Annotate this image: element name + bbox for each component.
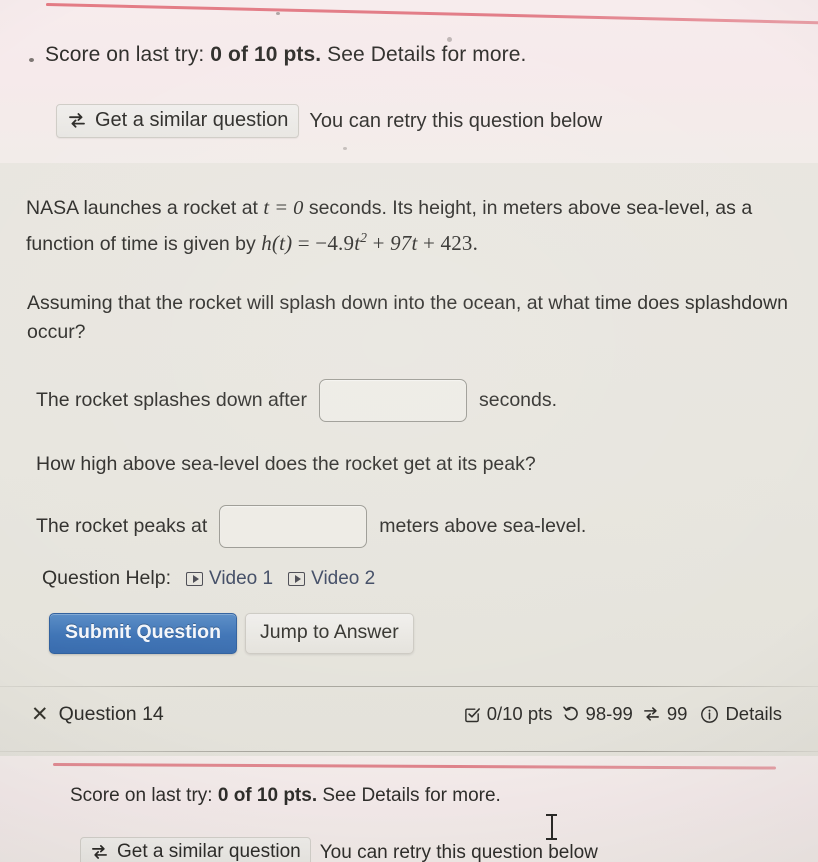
equation-period: . bbox=[472, 231, 479, 255]
x-mark-icon: ✕ bbox=[31, 703, 49, 726]
equation-quadratic-coefficient: −4.9 bbox=[315, 231, 355, 255]
details-label: Details bbox=[725, 703, 782, 724]
get-similar-question-label-bottom: Get a similar question bbox=[117, 841, 301, 862]
video-play-icon bbox=[288, 571, 306, 586]
bottom-retry-row: Get a similar question You can retry thi… bbox=[80, 837, 598, 862]
status-bar-left: ✕ Question 14 bbox=[31, 703, 164, 726]
equation-plus-1: + bbox=[372, 231, 385, 255]
answer-row-splashdown: The rocket splashes down after seconds. bbox=[36, 379, 557, 422]
question-status-bar: ✕ Question 14 0/10 pts 98-99 99 Details bbox=[0, 694, 818, 746]
question-number-label: Question 14 bbox=[58, 703, 164, 725]
top-score-text: Score on last try: 0 of 10 pts. See Deta… bbox=[45, 43, 526, 67]
answer-row-peak: The rocket peaks at meters above sea-lev… bbox=[36, 505, 586, 548]
top-retry-row: Get a similar question You can retry thi… bbox=[56, 104, 602, 138]
top-retry-note: You can retry this question below bbox=[309, 109, 603, 132]
equation-lhs: h(t) bbox=[261, 231, 293, 255]
question-paragraph-2: Assuming that the rocket will splash dow… bbox=[27, 292, 788, 343]
swap-arrows-icon bbox=[642, 705, 661, 723]
equation-constant: 423 bbox=[440, 231, 473, 255]
status-bar-bottom-divider bbox=[0, 751, 818, 752]
top-score-value: 0 of 10 pts. bbox=[210, 43, 322, 66]
answer-1-prefix-label: The rocket splashes down after bbox=[36, 389, 307, 411]
peak-height-input[interactable] bbox=[219, 505, 368, 548]
get-similar-question-label: Get a similar question bbox=[95, 109, 289, 131]
swap-arrows-icon bbox=[67, 111, 87, 130]
points-label: 0/10 pts bbox=[486, 703, 553, 724]
height-equation: h(t) = −4.9t2 + 97t + 423. bbox=[261, 230, 479, 255]
paper-speck bbox=[343, 147, 347, 150]
equation-equals: = bbox=[297, 231, 310, 255]
question-action-buttons: Submit Question Jump to Answer bbox=[49, 613, 414, 654]
attempts-chip: 98-99 bbox=[562, 703, 633, 725]
rotate-ccw-icon bbox=[562, 705, 580, 723]
info-circle-icon bbox=[700, 705, 719, 724]
top-score-prefix: Score on last try: bbox=[45, 43, 211, 66]
attempts-label: 98-99 bbox=[585, 703, 633, 724]
submit-question-button[interactable]: Submit Question bbox=[49, 613, 237, 654]
inline-math-t-equals-zero: t = 0 bbox=[263, 197, 304, 219]
status-bar-right: 0/10 pts 98-99 99 Details bbox=[464, 703, 782, 725]
bottom-score-text: Score on last try: 0 of 10 pts. See Deta… bbox=[70, 785, 501, 807]
equation-linear-term: 97t bbox=[390, 231, 418, 255]
versions-chip: 99 bbox=[642, 703, 688, 725]
top-score-suffix: See Details for more. bbox=[321, 43, 527, 66]
status-bar-top-divider bbox=[0, 686, 818, 687]
get-similar-question-button-bottom[interactable]: Get a similar question bbox=[80, 837, 311, 862]
bottom-score-suffix: See Details for more. bbox=[317, 785, 501, 806]
bottom-retry-note: You can retry this question below bbox=[319, 841, 598, 862]
question-help-row: Question Help: Video 1 Video 2 bbox=[42, 567, 375, 590]
paper-speck bbox=[447, 37, 452, 42]
answer-2-prefix-label: The rocket peaks at bbox=[36, 515, 208, 537]
equation-quadratic-exponent: 2 bbox=[360, 230, 368, 245]
checkbox-check-icon bbox=[464, 706, 481, 723]
paper-speck bbox=[276, 12, 280, 15]
bottom-alert-banner: Score on last try: 0 of 10 pts. See Deta… bbox=[0, 756, 818, 862]
bottom-alert-rule bbox=[52, 763, 776, 770]
splashdown-time-input[interactable] bbox=[318, 379, 467, 422]
equation-plus-2: + bbox=[423, 231, 436, 255]
question-paragraph-1: NASA launches a rocket at t = 0 seconds.… bbox=[26, 194, 796, 259]
get-similar-question-button[interactable]: Get a similar question bbox=[56, 104, 300, 138]
top-alert-banner: Score on last try: 0 of 10 pts. See Deta… bbox=[0, 0, 818, 163]
paper-speck bbox=[29, 58, 34, 62]
video-2-label: Video 2 bbox=[311, 567, 376, 589]
video-1-label: Video 1 bbox=[209, 567, 274, 589]
details-chip[interactable]: Details bbox=[700, 703, 782, 725]
jump-to-answer-button[interactable]: Jump to Answer bbox=[245, 613, 414, 654]
paragraph-1-text-before: NASA launches a rocket at bbox=[26, 197, 264, 219]
points-chip: 0/10 pts bbox=[464, 703, 553, 725]
answer-1-suffix-label: seconds. bbox=[478, 389, 558, 411]
video-1-link[interactable]: Video 1 bbox=[186, 568, 273, 590]
video-2-link[interactable]: Video 2 bbox=[288, 568, 375, 590]
video-play-icon bbox=[186, 571, 203, 586]
question-help-label: Question Help: bbox=[42, 567, 171, 589]
question-paragraph-3: How high above sea-level does the rocket… bbox=[36, 453, 536, 475]
bottom-score-value: 0 of 10 pts. bbox=[217, 785, 318, 806]
versions-label: 99 bbox=[666, 703, 688, 724]
swap-arrows-icon bbox=[90, 843, 109, 861]
bottom-score-prefix: Score on last try: bbox=[70, 785, 218, 806]
page-background: Score on last try: 0 of 10 pts. See Deta… bbox=[0, 0, 818, 862]
top-alert-rule bbox=[45, 3, 818, 25]
answer-2-suffix-label: meters above sea-level. bbox=[379, 515, 587, 537]
